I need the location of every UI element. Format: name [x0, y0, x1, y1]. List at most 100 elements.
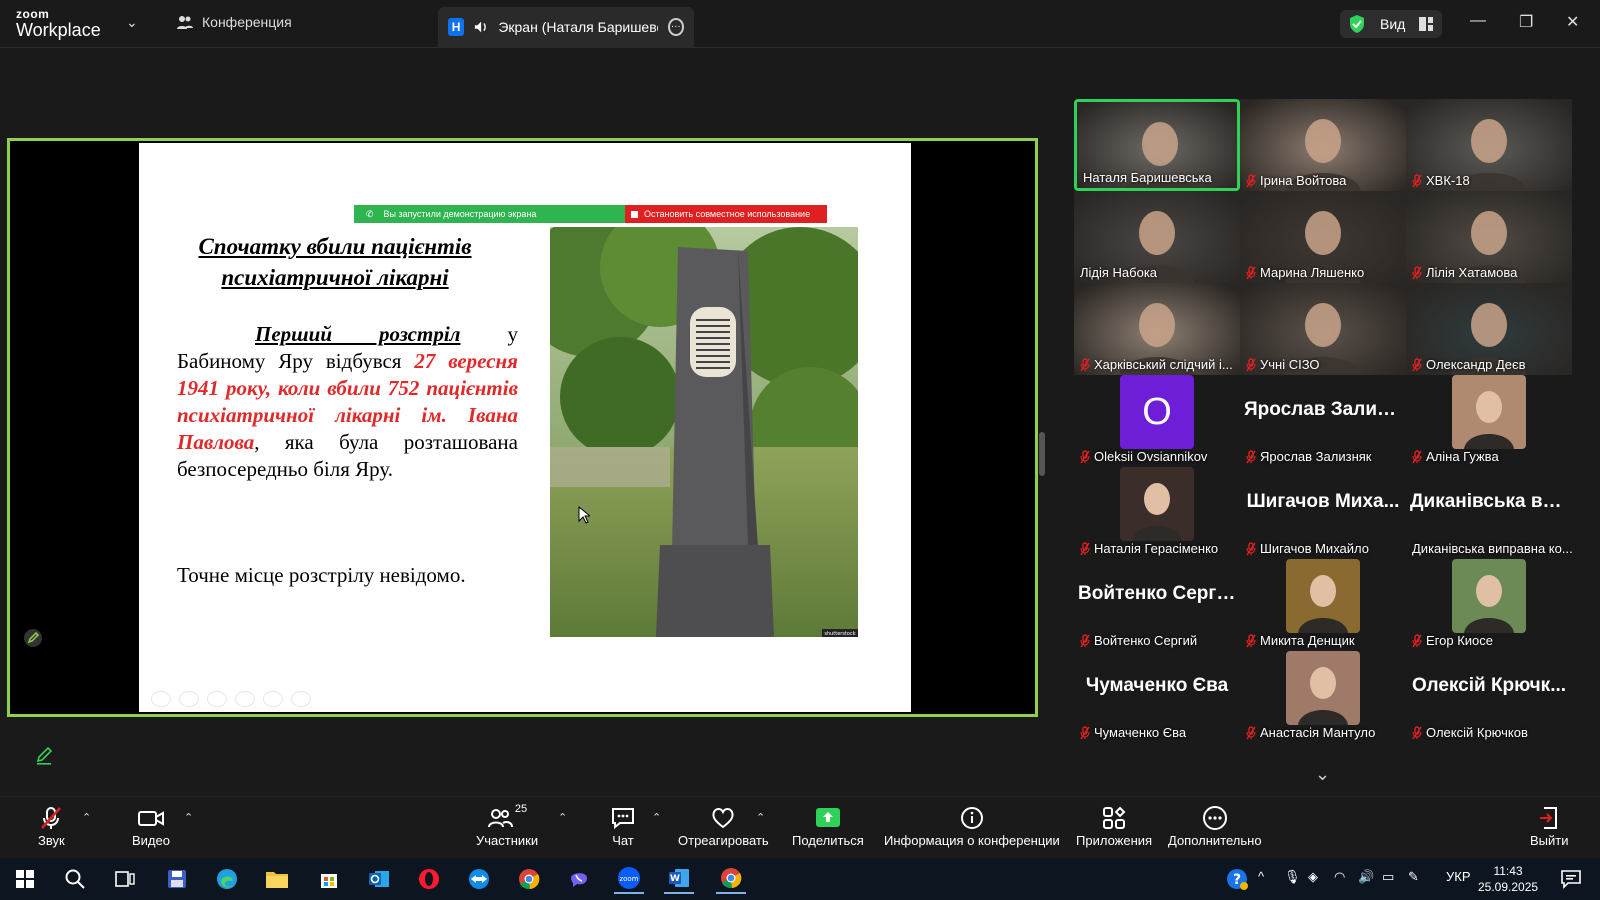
participant-tile[interactable]: Олексій Крючк... Олексій Крючков — [1406, 651, 1572, 743]
participant-tile[interactable]: Лідія Набока — [1074, 191, 1240, 283]
participant-tile[interactable]: Диканівська ви... Диканівська виправна ко… — [1406, 467, 1572, 559]
participant-display-name: Олексій Крючк... — [1411, 675, 1567, 696]
zoom-app-icon[interactable]: zoom — [614, 864, 644, 894]
participant-tile[interactable]: Ірина Войтова — [1240, 99, 1406, 191]
taskbar-clock[interactable]: 11:43 25.09.2025 — [1478, 863, 1538, 895]
participant-name: Наталя Баришевська — [1083, 170, 1212, 185]
participant-tile[interactable]: Анастасія Мантуло — [1240, 651, 1406, 743]
share-label: Поделиться — [792, 833, 864, 848]
next-slide-icon[interactable] — [179, 691, 199, 707]
file-explorer-icon[interactable] — [262, 864, 292, 894]
participant-tile[interactable]: Войтенко Сергий Войтенко Сергий — [1074, 559, 1240, 651]
participant-tile[interactable]: Лілія Хатамова — [1406, 191, 1572, 283]
participant-tile[interactable]: Егор Киосе — [1406, 559, 1572, 651]
zoom-tool-icon[interactable] — [263, 691, 283, 707]
volume-tray-icon[interactable]: 🔊 — [1358, 869, 1374, 885]
participant-tile[interactable]: O Oleksii Ovsiannikov — [1074, 375, 1240, 467]
participant-name-label: Ярослав Зализняк — [1246, 449, 1371, 464]
prev-slide-icon[interactable] — [151, 691, 171, 707]
video-button[interactable]: Видео — [132, 805, 170, 848]
participant-photo — [1452, 375, 1526, 449]
windows-taskbar: zoom W ? ^ 🎙 ◈ ◠ 🔊 ▭ ✎ УКР 11:43 25.09.2… — [0, 858, 1600, 900]
participants-options-caret-icon[interactable]: ⌃ — [558, 811, 567, 824]
participant-tile[interactable]: Учні СІЗО — [1240, 283, 1406, 375]
gallery-scroll-down-icon[interactable]: ⌄ — [1315, 764, 1330, 785]
chat-options-caret-icon[interactable]: ⌃ — [652, 811, 661, 824]
pen-tray-icon[interactable]: ✎ — [1408, 869, 1419, 885]
shared-screen-frame: ✆ Вы запустили демонстрацию экрана Остан… — [7, 138, 1038, 717]
video-options-caret-icon[interactable]: ⌃ — [184, 811, 193, 824]
language-indicator[interactable]: УКР — [1446, 869, 1471, 884]
task-view-icon[interactable] — [110, 864, 140, 894]
participant-display-name: Шигачов Миха... — [1246, 491, 1400, 512]
leave-button[interactable]: Выйти — [1530, 805, 1569, 848]
more-dots-icon — [1202, 806, 1227, 830]
word-app-icon[interactable]: W — [664, 864, 694, 894]
edit-pen-icon[interactable] — [32, 743, 56, 767]
search-icon[interactable] — [60, 864, 90, 894]
chat-button[interactable]: Чат — [610, 805, 636, 848]
audio-button[interactable]: Звук — [38, 805, 65, 848]
participant-tile[interactable]: Марина Ляшенко — [1240, 191, 1406, 283]
show-hidden-icons-chevron-icon[interactable]: ^ — [1258, 869, 1264, 884]
more-options-icon[interactable]: ··· — [667, 18, 685, 36]
close-icon[interactable]: ✕ — [1566, 12, 1579, 32]
participant-tile[interactable]: Ярослав Зализ... Ярослав Зализняк — [1240, 375, 1406, 467]
participant-tile[interactable]: Аліна Гужва — [1406, 375, 1572, 467]
stop-share-button[interactable]: Остановить совместное использование — [625, 205, 827, 223]
logo-zoom-text: zoom — [16, 7, 50, 21]
opera-browser-icon[interactable] — [414, 864, 444, 894]
meeting-info-button[interactable]: Информация о конференции — [884, 805, 1060, 848]
svg-text:zoom: zoom — [619, 875, 638, 883]
pen-tool-icon[interactable] — [207, 691, 227, 707]
zoom-logo[interactable]: zoom Workplace — [16, 8, 101, 39]
participant-tile[interactable]: Наталія Герасіменко — [1074, 467, 1240, 559]
audio-options-caret-icon[interactable]: ⌃ — [82, 811, 91, 824]
share-button[interactable]: Поделиться — [792, 805, 864, 848]
participant-tile[interactable]: Наталя Баришевська — [1074, 99, 1240, 191]
microphone-tray-icon[interactable]: 🎙 — [1284, 869, 1301, 885]
wifi-tray-icon[interactable]: ◠ — [1334, 869, 1345, 885]
participant-tile[interactable]: Шигачов Миха... Шигачов Михайло — [1240, 467, 1406, 559]
apps-button[interactable]: Приложения — [1076, 805, 1152, 848]
chevron-down-icon[interactable]: ⌄ — [126, 14, 138, 31]
start-windows-icon[interactable] — [10, 864, 40, 894]
slide-nav-tools[interactable] — [151, 691, 311, 707]
react-options-caret-icon[interactable]: ⌃ — [756, 811, 765, 824]
chrome-alt-icon[interactable] — [716, 864, 746, 894]
more-tools-icon[interactable] — [291, 691, 311, 707]
save-disk-icon[interactable] — [162, 864, 192, 894]
participants-button[interactable]: 25 Участники — [476, 803, 538, 848]
outlook-icon[interactable] — [364, 864, 394, 894]
chrome-browser-icon[interactable] — [514, 864, 544, 894]
participant-name-label: Наталія Герасіменко — [1080, 541, 1218, 556]
participant-name: Харківський слідчий і... — [1094, 357, 1233, 372]
battery-tray-icon[interactable]: ▭ — [1382, 869, 1394, 885]
edge-browser-icon[interactable] — [212, 864, 242, 894]
zoom-window: zoom Workplace ⌄ Конференция H Экран (На… — [0, 0, 1600, 900]
leave-icon — [1540, 807, 1558, 829]
minimize-icon[interactable]: — — [1470, 12, 1486, 30]
viber-icon[interactable] — [564, 864, 594, 894]
participant-name-label: Марина Ляшенко — [1246, 265, 1364, 280]
slide-underlined-text: Перший розстріл — [255, 322, 461, 346]
participant-tile[interactable]: Микита Денщик — [1240, 559, 1406, 651]
notifications-icon[interactable] — [1556, 864, 1586, 894]
tab-conference[interactable]: Конференция — [176, 14, 292, 30]
more-button[interactable]: Дополнительно — [1168, 805, 1262, 848]
shield-tray-icon[interactable]: ◈ — [1308, 869, 1318, 885]
tab-screen-share[interactable]: H Экран (Наталя Баришевськ ··· — [438, 7, 694, 47]
participant-tile[interactable]: Харківський слідчий і... — [1074, 283, 1240, 375]
restore-icon[interactable]: ❐ — [1519, 12, 1533, 32]
participant-tile[interactable]: ХВК-18 — [1406, 99, 1572, 191]
share-status-bar: ✆ Вы запустили демонстрацию экрана — [354, 205, 625, 223]
participant-tile[interactable]: Чумаченко Єва Чумаченко Єва — [1074, 651, 1240, 743]
view-button[interactable]: Вид — [1340, 10, 1442, 38]
annotate-pen-icon[interactable] — [21, 626, 45, 650]
slides-view-icon[interactable] — [235, 691, 255, 707]
participant-tile[interactable]: Олександр Деєв — [1406, 283, 1572, 375]
help-icon[interactable]: ? — [1222, 864, 1252, 894]
teamviewer-icon[interactable] — [464, 864, 494, 894]
ms-store-icon[interactable] — [314, 864, 344, 894]
panel-resize-handle[interactable] — [1039, 432, 1045, 476]
